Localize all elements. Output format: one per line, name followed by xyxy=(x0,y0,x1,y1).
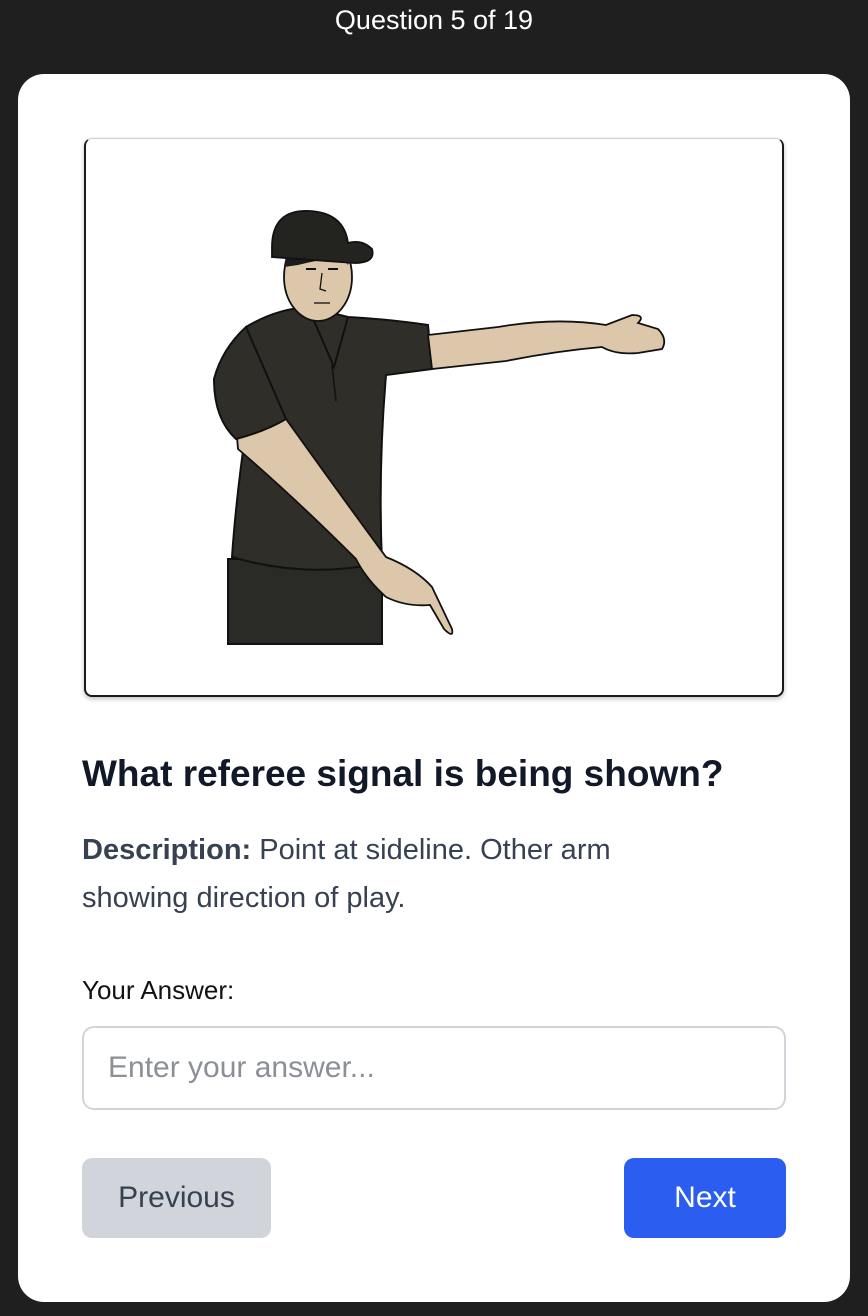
referee-trousers xyxy=(227,558,383,645)
signal-image-frame xyxy=(84,138,784,697)
previous-button[interactable]: Previous xyxy=(82,1158,271,1238)
description-label: Description: xyxy=(82,834,252,866)
question-text: What referee signal is being shown? xyxy=(82,753,724,794)
question-description: Description: Point at sideline. Other ar… xyxy=(82,826,722,922)
answer-label: Your Answer: xyxy=(82,975,235,1005)
answer-input[interactable] xyxy=(82,1026,786,1110)
referee-signal-illustration xyxy=(212,210,666,645)
referee-cap xyxy=(271,210,374,264)
question-progress: Question 5 of 19 xyxy=(334,5,534,35)
next-button[interactable]: Next xyxy=(624,1158,786,1238)
referee-extended-arm xyxy=(427,314,666,370)
quiz-card: What referee signal is being shown? Desc… xyxy=(18,74,850,1302)
